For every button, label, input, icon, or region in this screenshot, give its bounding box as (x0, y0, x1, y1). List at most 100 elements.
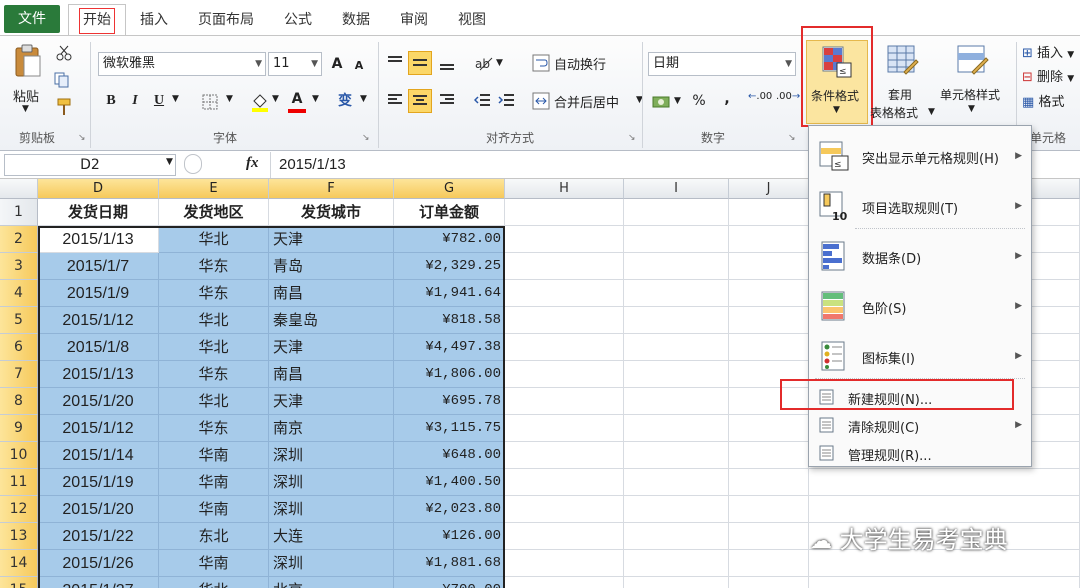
orientation-icon[interactable]: ab (474, 54, 494, 72)
column-header-j[interactable]: J (729, 179, 809, 199)
data-cell[interactable]: 大连 (269, 523, 394, 550)
empty-cell[interactable] (624, 253, 729, 280)
row-header[interactable]: 1 (0, 199, 38, 226)
column-header-h[interactable]: H (505, 179, 624, 199)
data-cell[interactable]: 华南 (159, 550, 269, 577)
data-cell[interactable]: ¥700.00 (394, 577, 505, 588)
column-header-g[interactable]: G (394, 179, 505, 199)
data-cell[interactable]: 2015/1/13 (38, 361, 159, 388)
clipboard-launcher-icon[interactable]: ↘ (78, 133, 86, 143)
empty-cell[interactable] (624, 523, 729, 550)
empty-cell[interactable] (624, 388, 729, 415)
row-header[interactable]: 4 (0, 280, 38, 307)
fill-color-icon[interactable] (250, 92, 270, 112)
data-cell[interactable]: 华北 (159, 388, 269, 415)
data-cell[interactable]: 华北 (159, 334, 269, 361)
empty-cell[interactable] (624, 226, 729, 253)
tab-view[interactable]: 视图 (450, 6, 494, 34)
data-cell[interactable]: 深圳 (269, 550, 394, 577)
data-cell[interactable]: 华南 (159, 469, 269, 496)
menu-item-data-bars[interactable]: 数据条(D) ▶ (810, 234, 1030, 278)
empty-cell[interactable] (505, 253, 624, 280)
empty-cell[interactable] (505, 550, 624, 577)
font-name-select[interactable]: 微软雅黑 ▼ (98, 52, 266, 76)
data-cell[interactable]: ¥695.78 (394, 388, 505, 415)
data-cell[interactable]: ¥818.58 (394, 307, 505, 334)
data-cell[interactable]: 南京 (269, 415, 394, 442)
row-header[interactable]: 12 (0, 496, 38, 523)
empty-cell[interactable] (624, 469, 729, 496)
shrink-font-button[interactable]: A (348, 55, 370, 77)
empty-cell[interactable] (729, 415, 809, 442)
row-header[interactable]: 9 (0, 415, 38, 442)
empty-cell[interactable] (505, 199, 624, 226)
data-cell[interactable]: 2015/1/20 (38, 496, 159, 523)
bold-button[interactable]: B (100, 90, 122, 112)
select-all-corner[interactable] (0, 179, 38, 199)
data-cell[interactable]: ¥1,941.64 (394, 280, 505, 307)
menu-item-color-scales[interactable]: 色阶(S) ▶ (810, 284, 1030, 328)
data-cell[interactable]: 华北 (159, 307, 269, 334)
menu-item-clear-rules[interactable]: 清除规则(C) ▶ (810, 412, 1030, 438)
empty-cell[interactable] (624, 577, 729, 588)
empty-cell[interactable] (624, 361, 729, 388)
insert-cells-button[interactable]: ⊞ 插入 ▼ (1022, 42, 1074, 61)
menu-item-highlight-cells-rules[interactable]: ≤ 突出显示单元格规则(H) ▶ (810, 134, 1030, 178)
data-cell[interactable]: ¥3,115.75 (394, 415, 505, 442)
data-cell[interactable]: 深圳 (269, 496, 394, 523)
empty-cell[interactable] (729, 307, 809, 334)
data-cell[interactable]: 2015/1/20 (38, 388, 159, 415)
empty-cell[interactable] (624, 550, 729, 577)
data-cell[interactable]: 天津 (269, 334, 394, 361)
data-cell[interactable]: 深圳 (269, 469, 394, 496)
empty-cell[interactable] (729, 577, 809, 588)
alignment-launcher-icon[interactable]: ↘ (628, 133, 636, 143)
tab-file[interactable]: 文件 (4, 5, 60, 33)
cell-styles-button[interactable]: 单元格样式 ▼ (936, 40, 1012, 124)
header-cell[interactable]: 发货城市 (269, 199, 394, 226)
data-cell[interactable]: 北京 (269, 577, 394, 588)
format-as-table-button[interactable]: 套用 表格格式 ▼ (870, 40, 935, 124)
empty-cell[interactable] (729, 442, 809, 469)
data-cell[interactable]: 2015/1/14 (38, 442, 159, 469)
format-cells-button[interactable]: ▦ 格式 (1022, 91, 1064, 110)
comma-button[interactable]: , (716, 88, 738, 110)
row-header[interactable]: 7 (0, 361, 38, 388)
empty-cell[interactable] (505, 280, 624, 307)
tab-home[interactable]: 开始 (68, 4, 126, 36)
name-box[interactable]: D2 (4, 154, 176, 176)
menu-item-top-bottom-rules[interactable]: 10 项目选取规则(T) ▶ (810, 184, 1030, 228)
data-cell[interactable]: ¥648.00 (394, 442, 505, 469)
tab-formulas[interactable]: 公式 (276, 6, 320, 34)
data-cell[interactable]: 2015/1/27 (38, 577, 159, 588)
row-header[interactable]: 3 (0, 253, 38, 280)
data-cell[interactable]: 天津 (269, 226, 394, 253)
data-cell[interactable]: 深圳 (269, 442, 394, 469)
align-top-icon[interactable] (386, 54, 404, 70)
chevron-down-icon[interactable]: ▼ (674, 96, 681, 106)
empty-cell[interactable] (729, 280, 809, 307)
data-cell[interactable]: 东北 (159, 523, 269, 550)
row-header[interactable]: 15 (0, 577, 38, 588)
grow-font-button[interactable]: A (326, 53, 348, 75)
row-header[interactable]: 13 (0, 523, 38, 550)
empty-cell[interactable] (505, 415, 624, 442)
empty-cell[interactable] (505, 496, 624, 523)
borders-icon[interactable] (202, 94, 218, 110)
cut-icon[interactable] (56, 45, 72, 61)
empty-cell[interactable] (505, 442, 624, 469)
currency-icon[interactable] (652, 94, 672, 110)
empty-cell[interactable] (729, 253, 809, 280)
tab-page-layout[interactable]: 页面布局 (190, 6, 262, 34)
data-cell[interactable]: 2015/1/22 (38, 523, 159, 550)
chevron-down-icon[interactable]: ▼ (166, 157, 173, 167)
menu-item-icon-sets[interactable]: 图标集(I) ▶ (810, 334, 1030, 378)
empty-cell[interactable] (505, 361, 624, 388)
data-cell[interactable]: 2015/1/19 (38, 469, 159, 496)
empty-cell[interactable] (505, 469, 624, 496)
data-cell[interactable]: 华东 (159, 361, 269, 388)
empty-cell[interactable] (729, 199, 809, 226)
data-cell[interactable]: 南昌 (269, 280, 394, 307)
chevron-down-icon[interactable]: ▼ (312, 94, 319, 104)
empty-cell[interactable] (729, 550, 809, 577)
